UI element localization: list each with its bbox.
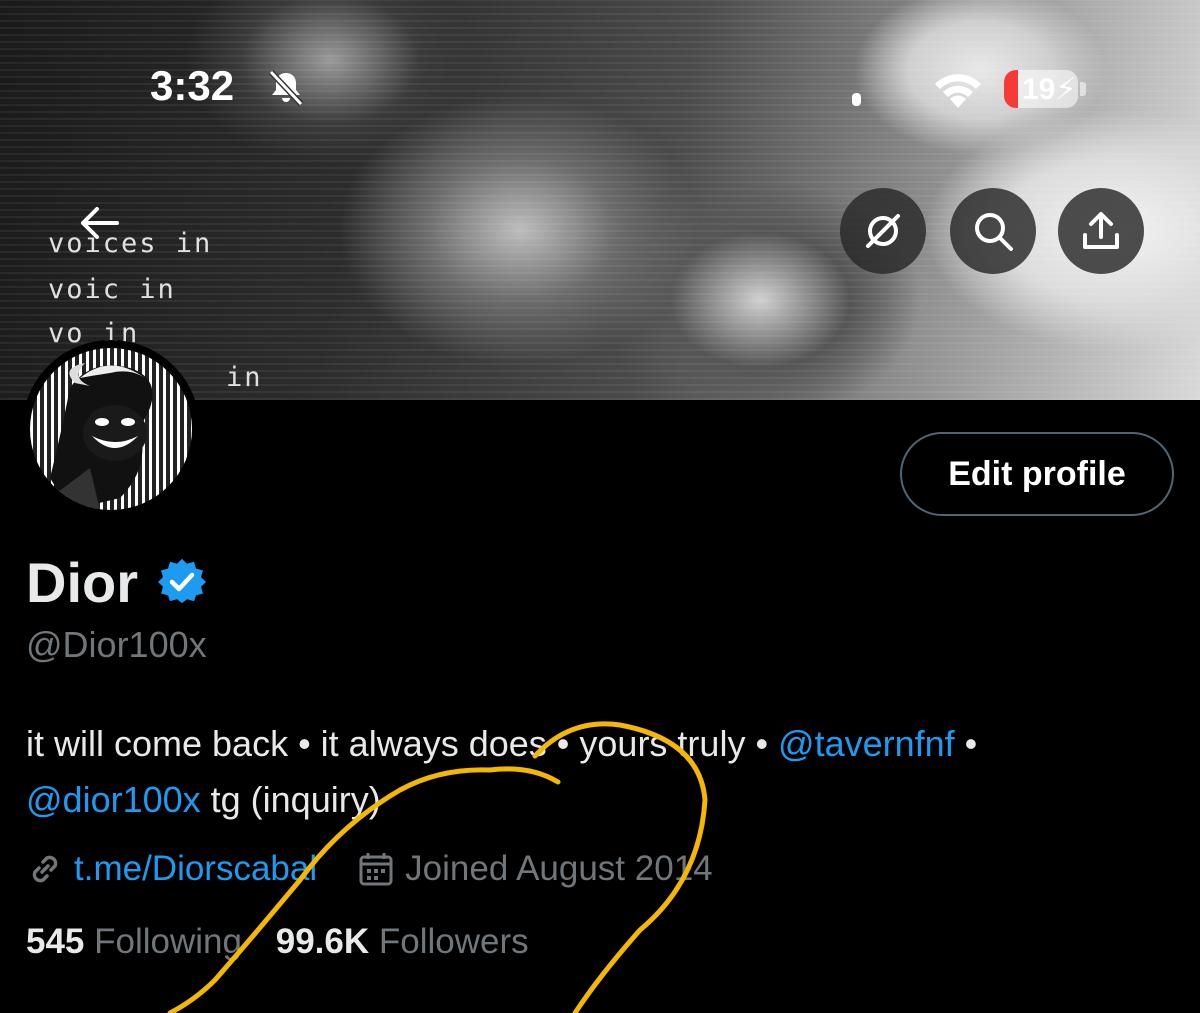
wifi-icon [935,74,981,108]
mention-link[interactable]: @tavernfnf [778,723,955,764]
bell-off-icon [268,69,304,107]
joined-date: Joined August 2014 [405,849,713,888]
banner-text-line: in [226,362,263,393]
display-name: Dior [26,551,138,614]
verified-badge-icon [158,558,206,604]
status-time: 3:32 [150,62,235,109]
following-label: Following [94,922,242,961]
battery-level: 19⚡ [1022,73,1077,106]
indicator-dot [852,93,861,106]
followers-label: Followers [378,922,529,961]
username-handle: @Dior100x [26,624,207,665]
profile-banner[interactable]: voices in voic in vo in in 3:32 19⚡ [0,0,1200,400]
profile-website-link[interactable]: t.me/Diorscabal [74,849,317,889]
back-arrow-icon [81,207,119,239]
search-button[interactable] [950,188,1036,274]
link-icon [32,855,58,883]
avatar[interactable] [22,340,200,518]
avatar-image [30,348,192,510]
share-button[interactable] [1058,188,1144,274]
following-link[interactable]: 545 Following [26,922,242,961]
avatar-illustration [50,363,153,510]
profile-meta: t.me/Diorscabal Joined August 2014 [26,844,713,894]
grok-button[interactable] [840,188,926,274]
search-icon [975,213,1013,251]
followers-count: 99.6K [275,922,370,961]
following-count: 545 [26,922,85,961]
profile-bio: it will come back • it always does • you… [26,716,1176,828]
bio-text: • [954,723,978,764]
follow-counts: 545 Following 99.6K Followers [26,922,529,962]
mention-link[interactable]: @dior100x [26,779,201,820]
banner-text-line: voic in [48,274,176,305]
bio-text: tg (inquiry) [200,779,381,820]
calendar-icon [359,853,393,886]
bio-text: it will come back • it always does • you… [26,723,779,764]
battery-indicator: 19⚡ [1004,70,1078,108]
grok-icon [866,214,900,248]
followers-link[interactable]: 99.6K Followers [276,922,529,961]
back-button[interactable] [66,190,132,256]
battery-cap [1080,82,1086,96]
share-icon [1083,212,1119,249]
edit-profile-button[interactable]: Edit profile [900,432,1174,516]
battery-fill [1004,70,1018,108]
